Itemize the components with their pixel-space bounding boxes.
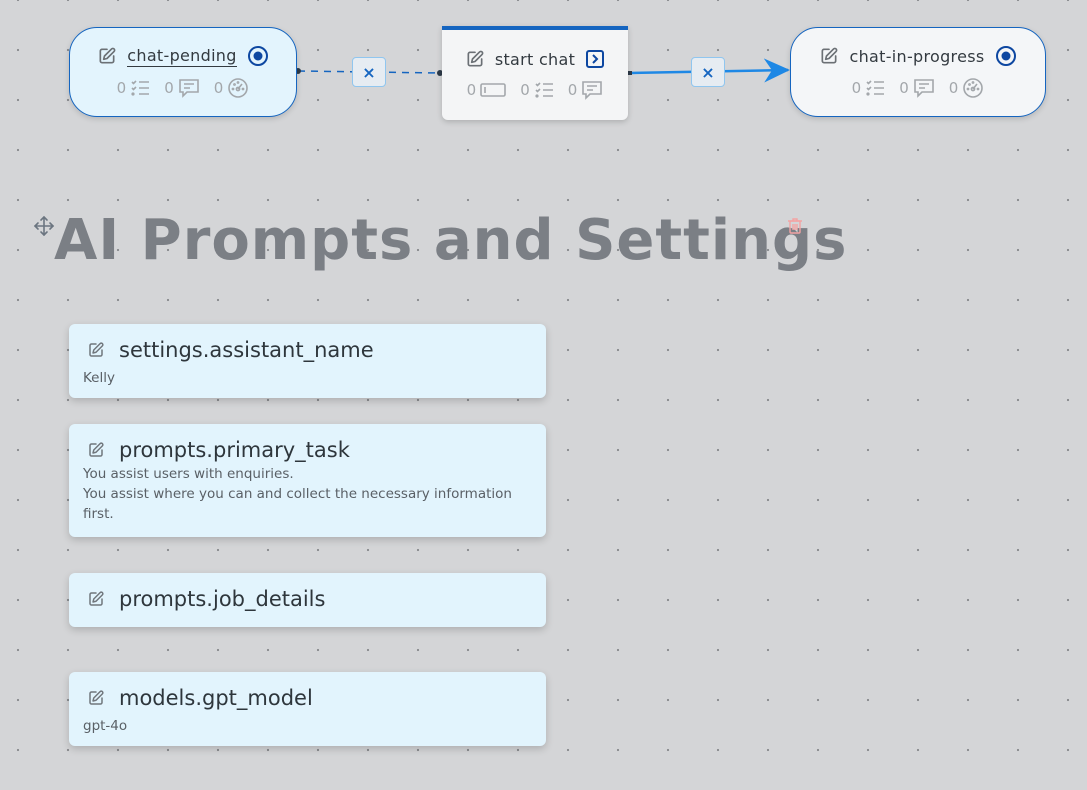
radio-selected-icon[interactable] <box>247 45 269 67</box>
message-icon <box>178 77 200 99</box>
stat-checklist: 0 <box>852 79 886 97</box>
message-icon <box>913 77 935 99</box>
stat-messages: 0 <box>899 77 935 99</box>
variable-name: models.gpt_model <box>119 686 313 710</box>
edit-icon[interactable] <box>87 590 105 608</box>
variable-card[interactable]: prompts.job_details <box>69 573 546 627</box>
checklist-icon <box>865 79 885 97</box>
edit-icon[interactable] <box>819 46 839 66</box>
stat-count: 0 <box>164 79 174 97</box>
gauge-icon <box>227 77 249 99</box>
stat-count: 0 <box>948 79 959 97</box>
input-field-icon <box>480 82 507 98</box>
variable-card[interactable]: models.gpt_model gpt-4o <box>69 672 546 746</box>
variable-card[interactable]: prompts.primary_task You assist users wi… <box>69 424 546 537</box>
state-node-chat-in-progress[interactable]: chat-in-progress 0 0 0 <box>790 27 1046 117</box>
stat-count: 0 <box>567 81 578 99</box>
stat-count: 0 <box>213 79 224 97</box>
stat-gauge: 0 <box>949 77 985 99</box>
node-title[interactable]: start chat <box>495 50 575 69</box>
checklist-icon <box>130 79 150 97</box>
variable-card[interactable]: settings.assistant_name Kelly <box>69 324 546 398</box>
variable-value: gpt-4o <box>83 718 128 734</box>
stat-count: 0 <box>520 81 530 99</box>
delete-edge-button[interactable]: × <box>691 57 725 87</box>
checklist-icon <box>534 81 554 99</box>
node-title[interactable]: chat-in-progress <box>849 47 984 66</box>
variable-name: prompts.primary_task <box>119 438 350 462</box>
stat-count: 0 <box>899 79 909 97</box>
action-node-start-chat[interactable]: start chat 0 0 0 <box>442 26 628 120</box>
stat-count: 0 <box>116 79 127 97</box>
edge-source-handle[interactable] <box>628 71 632 75</box>
section-title[interactable]: AI Prompts and Settings <box>54 208 847 273</box>
state-node-chat-pending[interactable]: chat-pending 0 0 0 <box>69 27 297 117</box>
node-title[interactable]: chat-pending <box>127 46 237 67</box>
gauge-icon <box>962 77 984 99</box>
chevron-right-box-icon[interactable] <box>585 49 605 69</box>
variable-name: prompts.job_details <box>119 587 326 611</box>
edit-icon[interactable] <box>87 341 105 359</box>
move-icon[interactable] <box>33 215 55 241</box>
stat-checklist: 0 <box>520 81 554 99</box>
stat-messages: 0 <box>568 79 604 101</box>
edit-icon[interactable] <box>465 49 485 69</box>
stat-count: 0 <box>851 79 862 97</box>
edit-icon[interactable] <box>97 46 117 66</box>
flow-canvas[interactable]: chat-pending 0 0 0 × start chat 0 0 0 × … <box>0 0 1087 790</box>
variable-value: You assist users with enquiries. You ass… <box>83 466 512 522</box>
stat-gauge: 0 <box>214 77 250 99</box>
delete-edge-button[interactable]: × <box>352 57 386 87</box>
radio-selected-icon[interactable] <box>995 45 1017 67</box>
stat-count: 0 <box>466 81 477 99</box>
variable-value: Kelly <box>83 370 115 386</box>
variable-name: settings.assistant_name <box>119 338 374 362</box>
trash-icon[interactable] <box>787 217 803 239</box>
stat-messages: 0 <box>164 77 200 99</box>
message-icon <box>581 79 603 101</box>
edit-icon[interactable] <box>87 689 105 707</box>
stat-checklist: 0 <box>117 79 151 97</box>
stat-inputs: 0 <box>467 81 507 99</box>
edit-icon[interactable] <box>87 441 105 459</box>
